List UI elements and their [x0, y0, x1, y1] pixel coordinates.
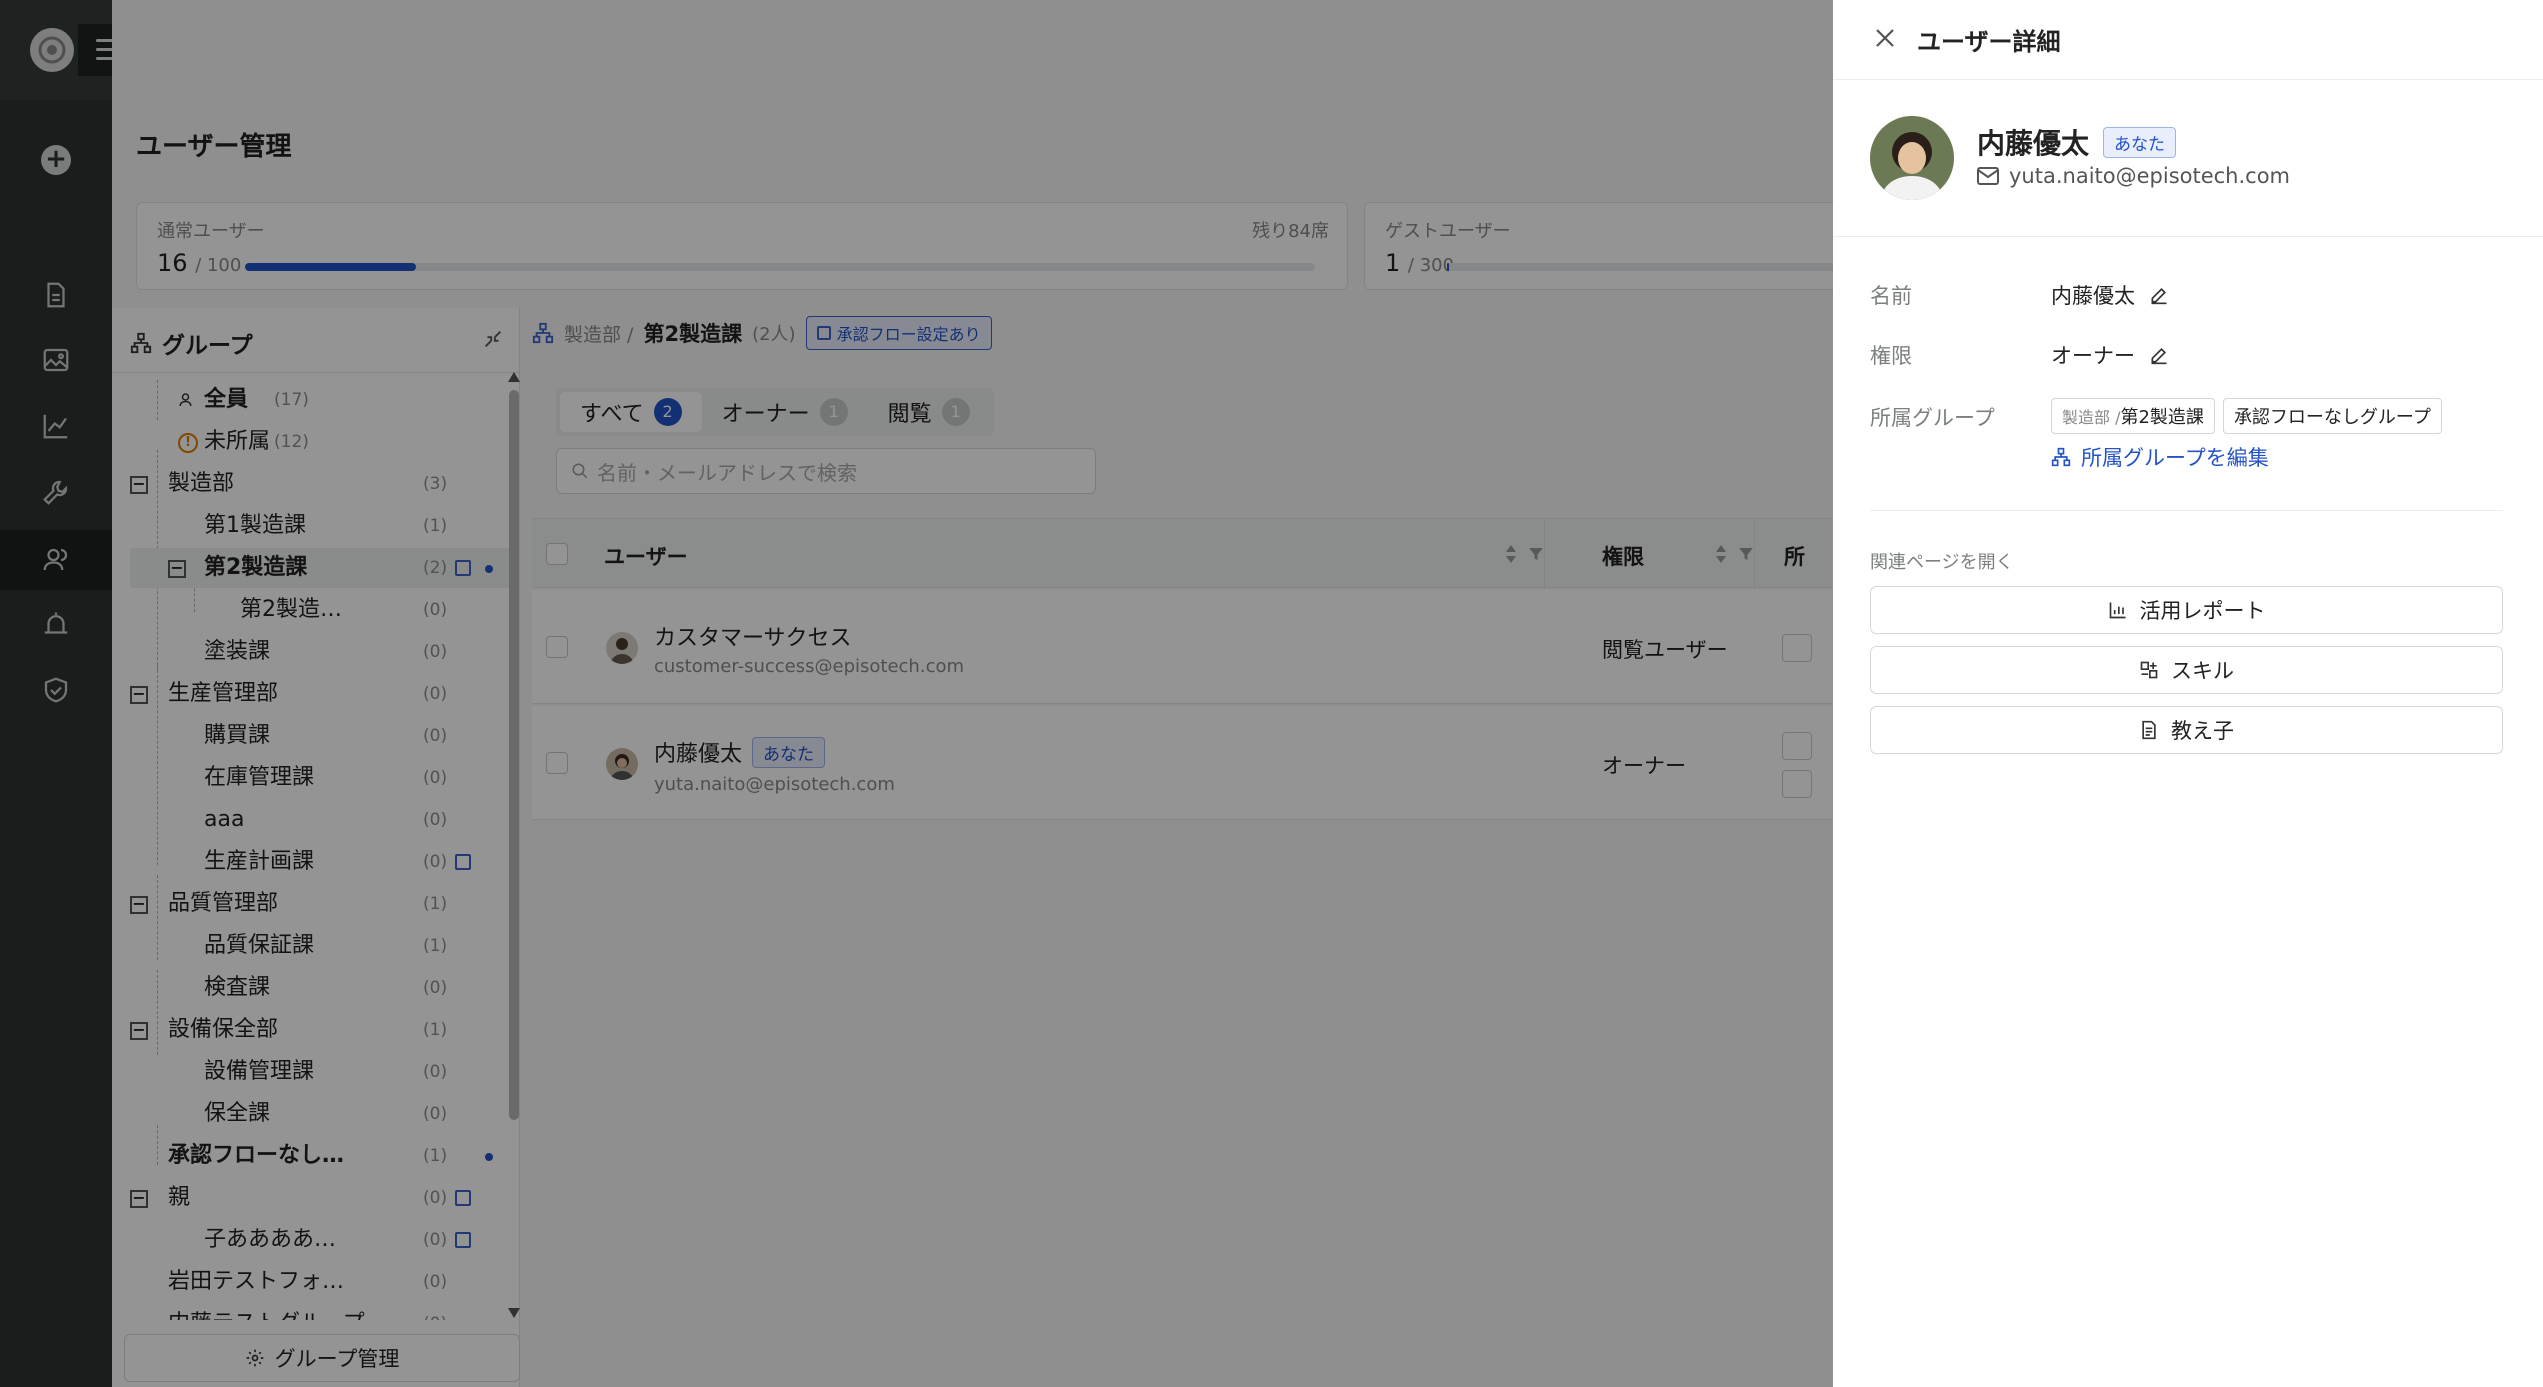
mail-icon	[1977, 167, 1999, 185]
detail-name: 内藤優太	[1977, 127, 2090, 160]
group-tag: 承認フローなしグループ	[2222, 398, 2442, 434]
edit-icon[interactable]	[2149, 285, 2169, 305]
detail-role-value: オーナー	[2051, 344, 2135, 368]
document-icon	[2142, 720, 2156, 740]
skill-grid-icon	[2140, 661, 2158, 679]
label-role: 権限	[1870, 344, 1912, 368]
label-groups: 所属グループ	[1870, 406, 1995, 430]
group-tags: 製造部 /第2製造課 承認フローなしグループ	[2051, 398, 2442, 434]
modal-overlay[interactable]	[0, 0, 1833, 1387]
detail-name-value: 内藤優太	[2051, 284, 2135, 308]
you-badge: あなた	[2103, 126, 2177, 158]
panel-header: ユーザー詳細	[1833, 0, 2543, 80]
mentees-button[interactable]: 教え子	[1870, 706, 2503, 754]
related-title: 関連ページを開く	[1870, 552, 2014, 573]
usage-report-button[interactable]: 活用レポート	[1870, 586, 2503, 634]
group-tag: 製造部 /第2製造課	[2051, 398, 2215, 434]
chart-icon	[2109, 602, 2125, 619]
panel-title: ユーザー詳細	[1917, 28, 2061, 56]
label-name: 名前	[1870, 284, 1912, 308]
close-icon[interactable]	[1875, 28, 1895, 48]
group-tree-icon	[2051, 447, 2071, 467]
avatar	[1870, 116, 1954, 200]
skills-button[interactable]: スキル	[1870, 646, 2503, 694]
user-detail-panel: ユーザー詳細 内藤優太 あなた yuta.naito@episotech.com…	[1833, 0, 2543, 1387]
edit-icon[interactable]	[2149, 345, 2169, 365]
detail-email: yuta.naito@episotech.com	[2009, 164, 2291, 188]
edit-groups-link[interactable]: 所属グループを編集	[2051, 442, 2269, 472]
